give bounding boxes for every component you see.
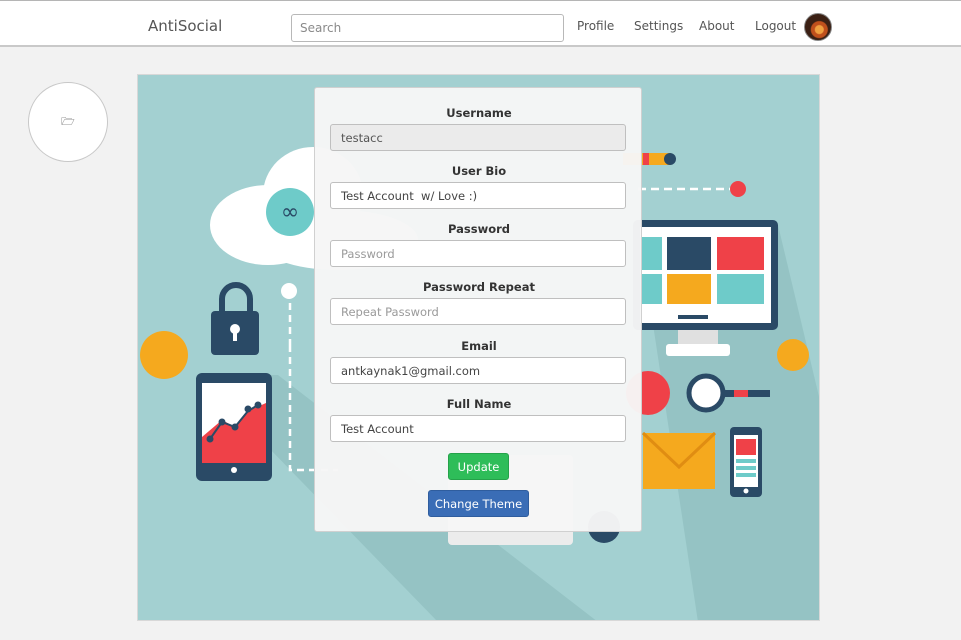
email-field[interactable] [330, 357, 626, 384]
update-button[interactable]: Update [448, 453, 509, 480]
user-bio-field[interactable] [330, 182, 626, 209]
full-name-label: Full Name [446, 397, 512, 411]
nav-link-profile[interactable]: Profile [577, 19, 614, 33]
top-navbar: AntiSocial Profile Settings About Logout [0, 0, 961, 47]
email-label: Email [461, 339, 497, 353]
envelope-icon [641, 431, 717, 489]
change-theme-button[interactable]: Change Theme [428, 490, 529, 517]
profile-picture-upload[interactable]: 🗁 [28, 82, 108, 162]
password-label: Password [448, 222, 510, 236]
brand-logo[interactable]: AntiSocial [148, 17, 222, 35]
profile-edit-form: Username User Bio Password Password Repe… [314, 87, 642, 532]
user-avatar[interactable] [804, 13, 832, 41]
svg-text:∞: ∞ [281, 200, 299, 225]
nav-link-settings[interactable]: Settings [634, 19, 683, 33]
password-repeat-field[interactable] [330, 298, 626, 325]
search-input[interactable] [291, 14, 564, 42]
nav-link-about[interactable]: About [699, 19, 734, 33]
folder-open-icon: 🗁 [61, 114, 75, 128]
tablet-icon [196, 373, 272, 481]
padlock-icon [211, 282, 259, 355]
phone-icon [730, 427, 762, 497]
password-repeat-label: Password Repeat [423, 280, 535, 294]
full-name-field[interactable] [330, 415, 626, 442]
nav-link-logout[interactable]: Logout [755, 19, 796, 33]
password-field[interactable] [330, 240, 626, 267]
user-bio-label: User Bio [451, 164, 507, 178]
username-field[interactable] [330, 124, 626, 151]
username-label: Username [446, 106, 512, 120]
